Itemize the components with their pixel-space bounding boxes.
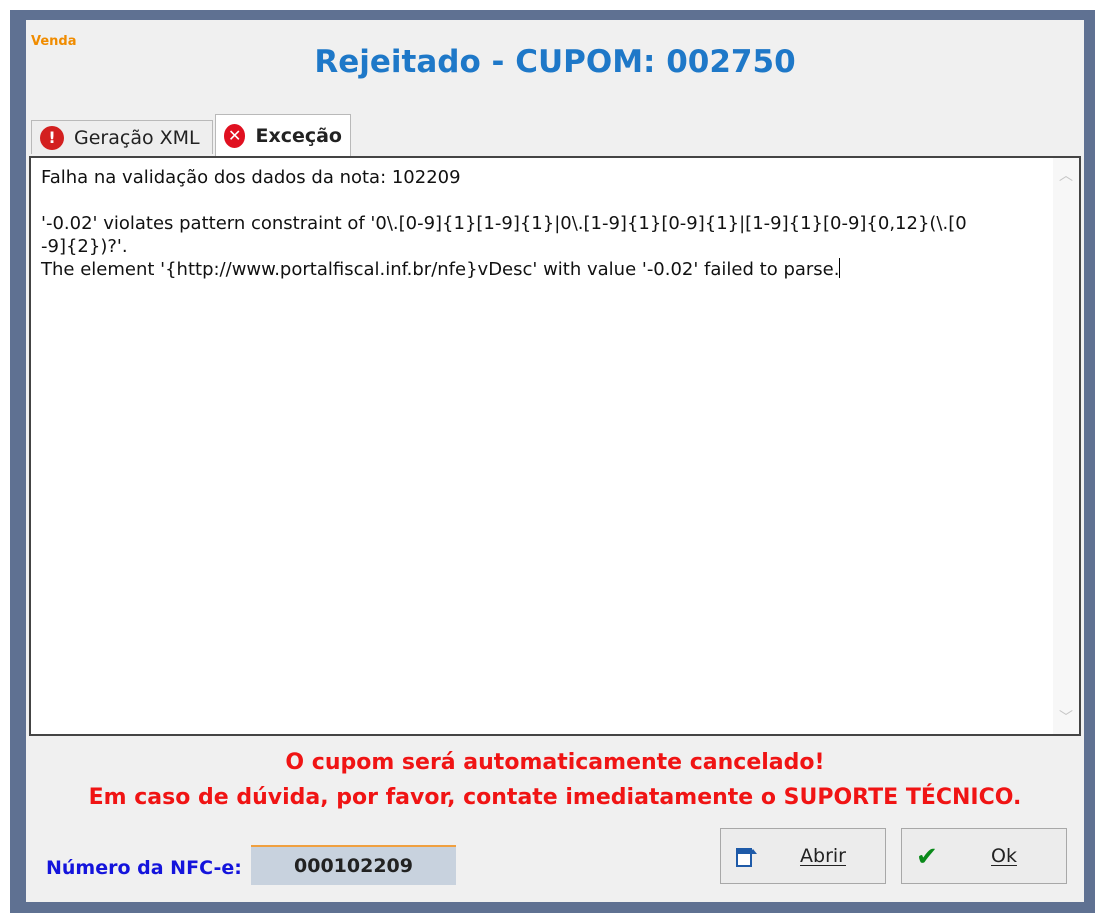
tab-label: Exceção [255,124,342,147]
dialog-body: Venda Rejeitado - CUPOM: 002750 ! Geraçã… [26,20,1084,902]
exception-text: Falha na validação dos dados da nota: 10… [41,166,1047,281]
message-line-4: The element '{http://www.portalfiscal.in… [41,259,840,280]
tab-excecao[interactable]: ✕ Exceção [215,114,351,156]
nfe-number-label: Número da NFC-e: [46,857,242,879]
abrir-button[interactable]: Abrir [720,828,886,884]
scroll-up-icon[interactable]: ︿ [1053,162,1079,188]
dialog-window: Venda Rejeitado - CUPOM: 002750 ! Geraçã… [10,10,1095,913]
tab-geracao-xml[interactable]: ! Geração XML [31,120,213,154]
scroll-down-icon[interactable]: ﹀ [1053,704,1079,730]
error-icon: ✕ [224,123,246,148]
nfe-number-field: 000102209 [251,845,456,885]
message-line-3: -9]{2})?'. [41,236,128,257]
warning-line-2: Em caso de dúvida, por favor, contate im… [88,785,1022,810]
vertical-scrollbar[interactable]: ︿ ﹀ [1053,158,1079,734]
text-cursor [839,258,841,278]
message-line-2: '-0.02' violates pattern constraint of '… [41,213,967,234]
warning-line-1: O cupom será automaticamente cancelado! [285,750,825,775]
warning-icon: ! [40,125,64,150]
dialog-title: Rejeitado - CUPOM: 002750 [314,44,796,80]
abrir-label: Abrir [800,845,846,867]
ok-label: Ok [991,845,1017,867]
tab-label: Geração XML [74,126,200,149]
message-line-1: Falha na validação dos dados da nota: 10… [41,167,461,188]
ok-button[interactable]: ✔ Ok [901,828,1067,884]
exception-textarea[interactable]: Falha na validação dos dados da nota: 10… [29,156,1081,736]
